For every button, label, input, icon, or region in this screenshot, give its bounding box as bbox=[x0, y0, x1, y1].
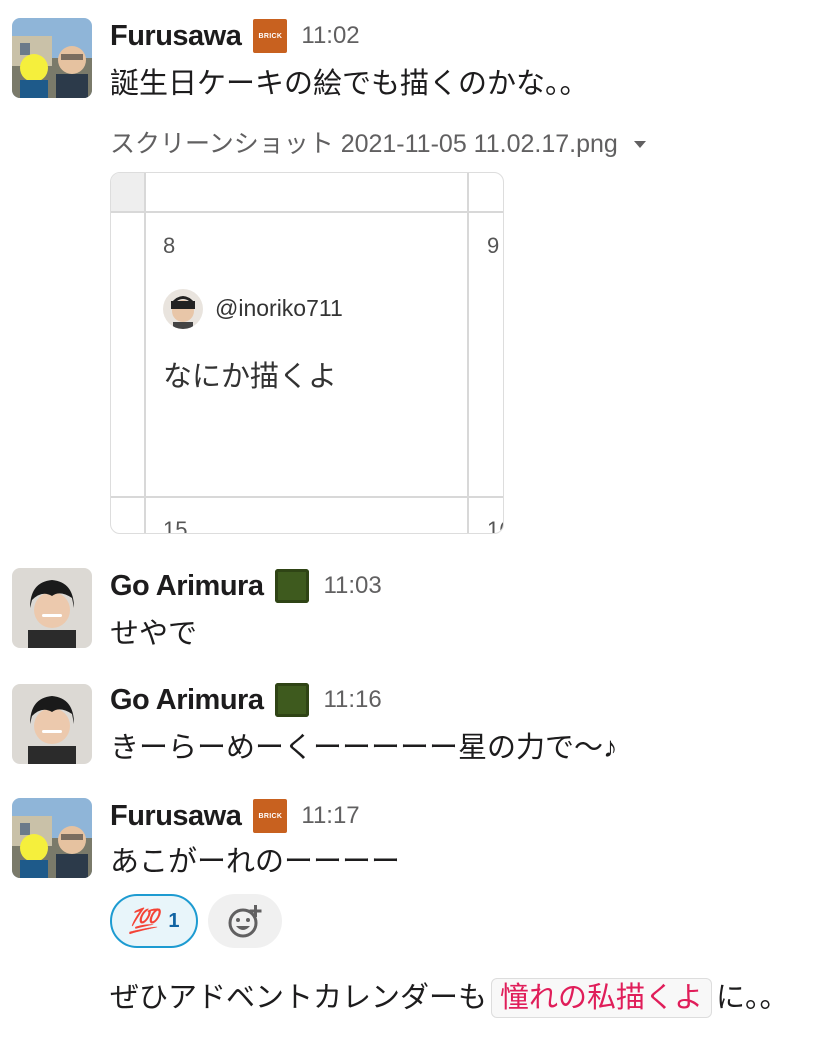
nori-icon[interactable] bbox=[275, 569, 310, 603]
author-name[interactable]: Go Arimura bbox=[110, 570, 264, 603]
message-header: Go Arimura 11:16 bbox=[110, 680, 382, 720]
message-header: Go Arimura 11:03 bbox=[110, 566, 382, 606]
avatar-furusawa[interactable] bbox=[12, 18, 92, 98]
message-header: Furusawa BRICK 11:02 bbox=[110, 16, 360, 56]
followup-after: に。。 bbox=[716, 982, 789, 1014]
preview-hline-2 bbox=[111, 496, 503, 498]
avatar-go-arimura[interactable] bbox=[12, 684, 92, 764]
preview-top-strip bbox=[111, 173, 144, 211]
add-reaction-button[interactable] bbox=[208, 894, 282, 948]
file-preview-image[interactable]: 8 9 15 16 @inoriko711 なにか描くよ bbox=[110, 172, 504, 534]
timestamp[interactable]: 11:02 bbox=[301, 22, 359, 50]
message-text: あこがーれのーーーー bbox=[110, 846, 401, 878]
avatar-furusawa[interactable] bbox=[12, 798, 92, 878]
preview-note: なにか描くよ bbox=[163, 361, 338, 393]
file-name[interactable]: スクリーンショット 2021-11-05 11.02.17.png bbox=[110, 124, 618, 160]
reaction-count: 1 bbox=[168, 909, 180, 932]
calendar-day-9: 9 bbox=[487, 233, 500, 258]
author-name[interactable]: Furusawa bbox=[110, 800, 242, 833]
brick-badge-icon[interactable]: BRICK bbox=[253, 19, 288, 53]
avatar-go-arimura[interactable] bbox=[12, 568, 92, 648]
nori-icon[interactable] bbox=[275, 683, 310, 717]
followup-text: ぜひアドベントカレンダーも 憧れの私描くよ に。。 bbox=[110, 978, 789, 1018]
preview-user-avatar bbox=[163, 289, 203, 329]
timestamp[interactable]: 11:17 bbox=[301, 802, 359, 830]
author-name[interactable]: Go Arimura bbox=[110, 684, 264, 717]
file-title[interactable]: スクリーンショット 2021-11-05 11.02.17.png bbox=[110, 124, 646, 160]
preview-vline-2 bbox=[467, 173, 469, 533]
preview-handle: @inoriko711 bbox=[215, 295, 343, 321]
message-header: Furusawa BRICK 11:17 bbox=[110, 796, 360, 836]
followup-before: ぜひアドベントカレンダーも bbox=[110, 982, 488, 1014]
inline-code-chip: 憧れの私描くよ bbox=[491, 978, 713, 1018]
preview-hline-1 bbox=[111, 211, 503, 213]
calendar-day-15: 15 bbox=[163, 517, 188, 534]
100-icon: 💯 bbox=[128, 907, 159, 935]
add-reaction-icon bbox=[228, 905, 262, 938]
brick-badge-icon[interactable]: BRICK bbox=[253, 799, 288, 833]
message-text: きーらーめーくーーーーー星の力で〜♪ bbox=[110, 732, 618, 764]
message-text: せやで bbox=[110, 618, 198, 650]
timestamp[interactable]: 11:03 bbox=[323, 572, 381, 600]
brick-badge-text: BRICK bbox=[258, 32, 283, 40]
preview-vline-1 bbox=[144, 173, 146, 533]
calendar-day-16: 16 bbox=[487, 517, 503, 534]
brick-badge-text: BRICK bbox=[258, 812, 283, 820]
message-text: 誕生日ケーキの絵でも描くのかな。。 bbox=[110, 68, 589, 100]
timestamp[interactable]: 11:16 bbox=[323, 686, 381, 714]
author-name[interactable]: Furusawa bbox=[110, 20, 242, 53]
reaction-100[interactable]: 💯 1 bbox=[110, 894, 198, 948]
caret-down-icon[interactable] bbox=[633, 140, 646, 148]
calendar-day-8: 8 bbox=[163, 233, 176, 258]
